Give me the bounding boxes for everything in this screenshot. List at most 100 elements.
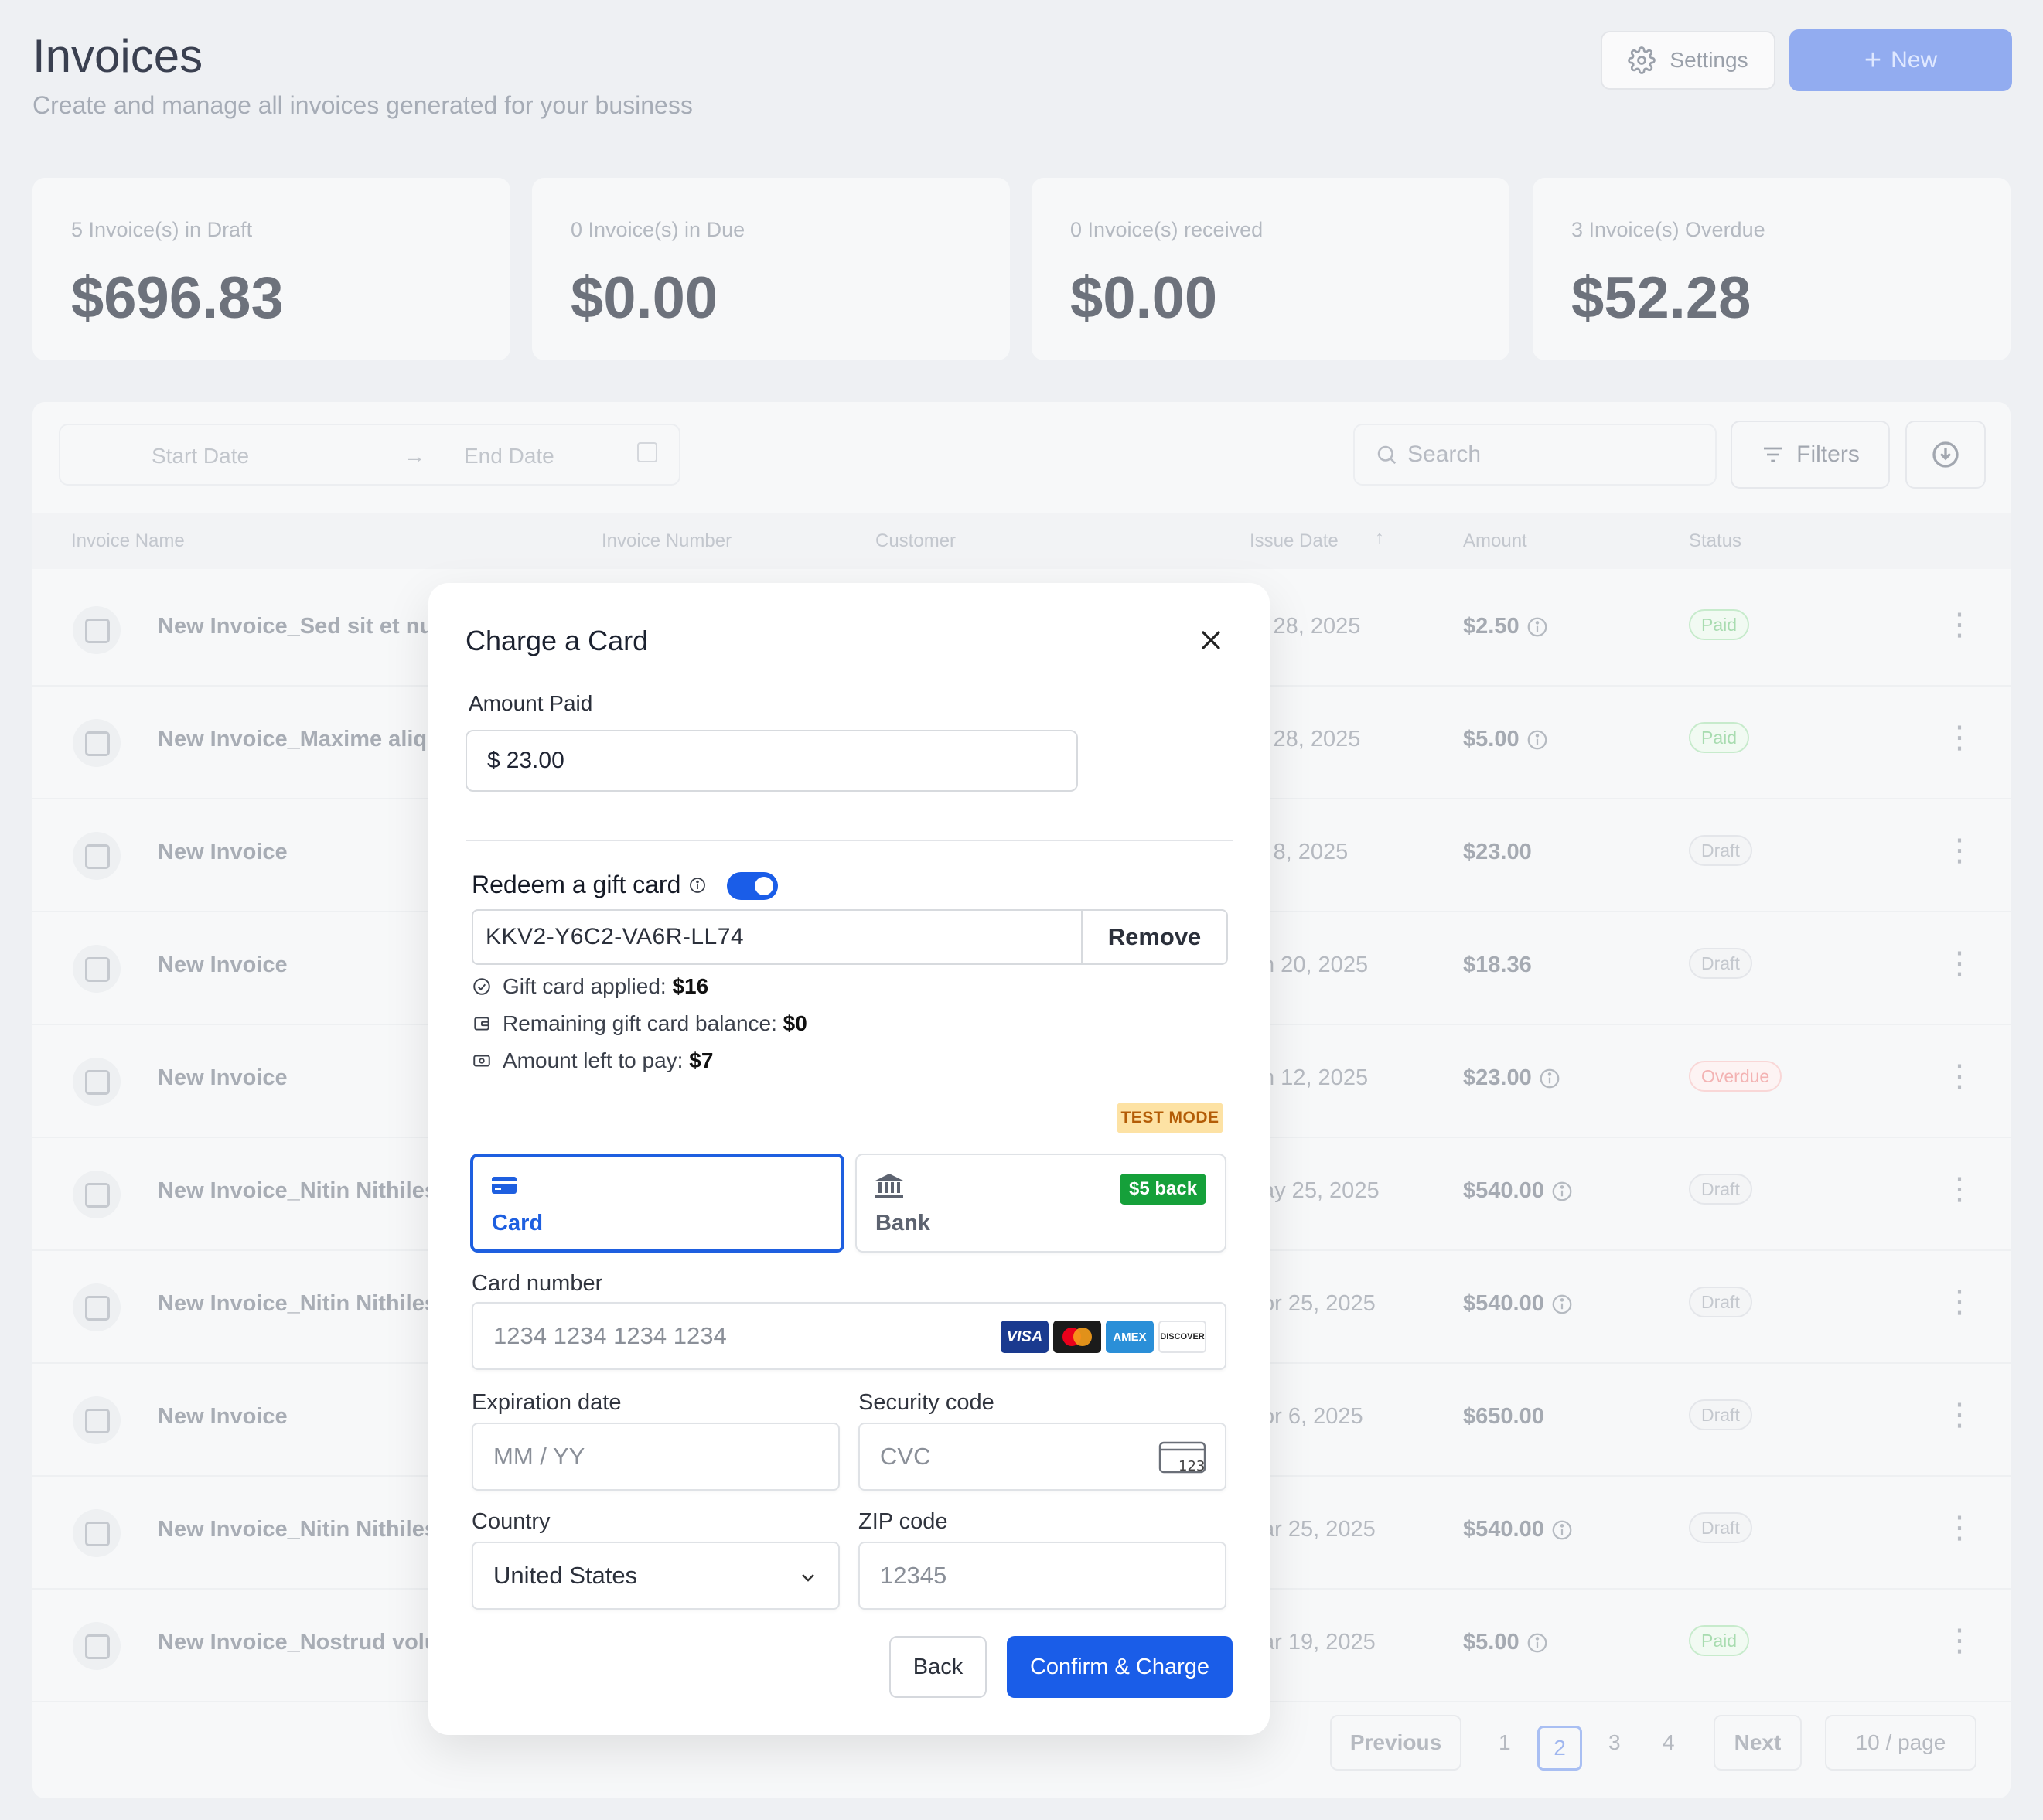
close-button[interactable] bbox=[1192, 622, 1230, 659]
search-input[interactable]: Search bbox=[1353, 424, 1717, 486]
status-badge: Draft bbox=[1689, 948, 1752, 979]
expiration-input[interactable]: MM / YY bbox=[472, 1423, 840, 1491]
status-badge: Paid bbox=[1689, 722, 1750, 753]
download-button[interactable] bbox=[1905, 421, 1986, 489]
security-code-label: Security code bbox=[858, 1390, 994, 1415]
check-circle-icon bbox=[473, 978, 490, 995]
amount-cell: $23.00 bbox=[1463, 840, 1532, 865]
tab-bank[interactable]: Bank $5 back bbox=[855, 1154, 1226, 1253]
tab-card[interactable]: Card bbox=[470, 1154, 844, 1253]
row-checkbox[interactable] bbox=[73, 1171, 121, 1218]
page-3-button[interactable]: 3 bbox=[1608, 1730, 1621, 1755]
info-icon[interactable] bbox=[1526, 615, 1549, 639]
info-icon[interactable] bbox=[1550, 1180, 1574, 1203]
applied-value: $16 bbox=[672, 974, 709, 998]
more-options-icon[interactable]: ⋮ bbox=[1944, 1061, 1975, 1092]
info-icon[interactable] bbox=[1526, 1631, 1549, 1655]
back-button[interactable]: Back bbox=[889, 1636, 987, 1698]
next-page-button[interactable]: Next bbox=[1714, 1715, 1802, 1771]
gift-card-title: Redeem a gift card bbox=[472, 871, 681, 898]
more-options-icon[interactable]: ⋮ bbox=[1944, 835, 1975, 866]
row-checkbox[interactable] bbox=[73, 1283, 121, 1331]
column-header[interactable]: Status bbox=[1689, 530, 1741, 552]
amount-cell: $540.00 bbox=[1463, 1517, 1574, 1542]
invoice-name: New Invoice_Sed sit et nul bbox=[158, 614, 440, 639]
close-icon bbox=[1202, 631, 1220, 649]
info-icon[interactable] bbox=[1550, 1518, 1574, 1542]
amount-cell: $23.00 bbox=[1463, 1065, 1561, 1091]
amount-cell: $650.00 bbox=[1463, 1404, 1544, 1430]
new-invoice-button[interactable]: + New bbox=[1789, 29, 2012, 91]
row-checkbox[interactable] bbox=[73, 1396, 121, 1444]
status-badge: Paid bbox=[1689, 1625, 1750, 1656]
date-range-picker[interactable]: Start Date → End Date bbox=[59, 424, 680, 486]
page-2-button[interactable]: 2 bbox=[1537, 1726, 1582, 1771]
country-select[interactable]: United States bbox=[472, 1542, 840, 1610]
column-header[interactable]: Invoice Number bbox=[602, 530, 732, 552]
page-size-select[interactable]: 10 / page bbox=[1825, 1715, 1976, 1771]
charge-card-modal: Charge a Card Amount Paid $ 23.00 Redeem… bbox=[428, 583, 1270, 1735]
amount-value: $2.50 bbox=[1463, 614, 1519, 639]
page-1-button[interactable]: 1 bbox=[1499, 1730, 1511, 1755]
row-checkbox[interactable] bbox=[73, 945, 121, 993]
filters-button[interactable]: Filters bbox=[1731, 421, 1890, 489]
issue-date: or 6, 2025 bbox=[1262, 1404, 1363, 1429]
info-icon[interactable] bbox=[1538, 1067, 1561, 1090]
sort-arrow-icon[interactable]: ↑ bbox=[1375, 527, 1384, 549]
tab-card-label: Card bbox=[492, 1211, 544, 1235]
column-header[interactable]: Amount bbox=[1463, 530, 1527, 552]
stat-card-received: 0 Invoice(s) received $0.00 bbox=[1032, 178, 1509, 360]
previous-page-button[interactable]: Previous bbox=[1330, 1715, 1461, 1771]
amount-cell: $2.50 bbox=[1463, 614, 1549, 639]
more-options-icon[interactable]: ⋮ bbox=[1944, 609, 1975, 640]
settings-button[interactable]: Settings bbox=[1601, 31, 1775, 90]
more-options-icon[interactable]: ⋮ bbox=[1944, 1512, 1975, 1543]
more-options-icon[interactable]: ⋮ bbox=[1944, 722, 1975, 753]
more-options-icon[interactable]: ⋮ bbox=[1944, 948, 1975, 979]
more-options-icon[interactable]: ⋮ bbox=[1944, 1287, 1975, 1317]
svg-text:123: 123 bbox=[1178, 1458, 1205, 1474]
invoice-name: New Invoice_Nitin Nithilesh bbox=[158, 1291, 451, 1316]
card-number-input[interactable]: 1234 1234 1234 1234 VISA AMEX DISCOVER bbox=[472, 1302, 1226, 1370]
column-header[interactable]: Issue Date bbox=[1250, 530, 1339, 552]
security-code-input[interactable]: CVC 123 bbox=[858, 1423, 1226, 1491]
start-date-input[interactable]: Start Date bbox=[152, 444, 249, 469]
column-header[interactable]: Customer bbox=[875, 530, 956, 552]
info-icon[interactable] bbox=[1526, 728, 1549, 752]
row-checkbox[interactable] bbox=[73, 719, 121, 767]
remove-gift-card-button[interactable]: Remove bbox=[1081, 909, 1228, 965]
balance-value: $0 bbox=[783, 1011, 807, 1035]
status-badge: Draft bbox=[1689, 1287, 1752, 1317]
confirm-charge-button[interactable]: Confirm & Charge bbox=[1007, 1636, 1233, 1698]
info-icon[interactable] bbox=[688, 876, 707, 895]
status-badge: Draft bbox=[1689, 1512, 1752, 1543]
more-options-icon[interactable]: ⋮ bbox=[1944, 1399, 1975, 1430]
amount-value: $23.00 bbox=[1463, 840, 1532, 864]
stat-label: 0 Invoice(s) received bbox=[1070, 218, 1264, 241]
gift-card-code-input[interactable]: KKV2-Y6C2-VA6R-LL74 bbox=[472, 909, 1083, 965]
page-4-button[interactable]: 4 bbox=[1663, 1730, 1675, 1755]
search-placeholder: Search bbox=[1407, 441, 1482, 467]
row-checkbox[interactable] bbox=[73, 832, 121, 880]
gift-card-toggle[interactable] bbox=[727, 872, 778, 900]
amount-value: 23.00 bbox=[506, 748, 564, 773]
row-checkbox[interactable] bbox=[73, 1509, 121, 1557]
wallet-icon bbox=[474, 1017, 489, 1031]
stat-card-due: 0 Invoice(s) in Due $0.00 bbox=[532, 178, 1010, 360]
zip-code-label: ZIP code bbox=[858, 1509, 948, 1534]
issue-date: ar 19, 2025 bbox=[1262, 1630, 1376, 1655]
amount-value: $5.00 bbox=[1463, 1630, 1519, 1655]
more-options-icon[interactable]: ⋮ bbox=[1944, 1174, 1975, 1205]
zip-code-input[interactable]: 12345 bbox=[858, 1542, 1226, 1610]
end-date-input[interactable]: End Date bbox=[464, 444, 554, 469]
amount-value: $5.00 bbox=[1463, 727, 1519, 752]
row-checkbox[interactable] bbox=[73, 606, 121, 654]
discover-icon: DISCOVER bbox=[1158, 1321, 1206, 1353]
more-options-icon[interactable]: ⋮ bbox=[1944, 1625, 1975, 1656]
issue-date: n 20, 2025 bbox=[1262, 953, 1369, 977]
amount-paid-input[interactable]: $ 23.00 bbox=[466, 730, 1078, 792]
info-icon[interactable] bbox=[1550, 1293, 1574, 1316]
row-checkbox[interactable] bbox=[73, 1622, 121, 1670]
column-header[interactable]: Invoice Name bbox=[71, 530, 185, 552]
row-checkbox[interactable] bbox=[73, 1058, 121, 1106]
